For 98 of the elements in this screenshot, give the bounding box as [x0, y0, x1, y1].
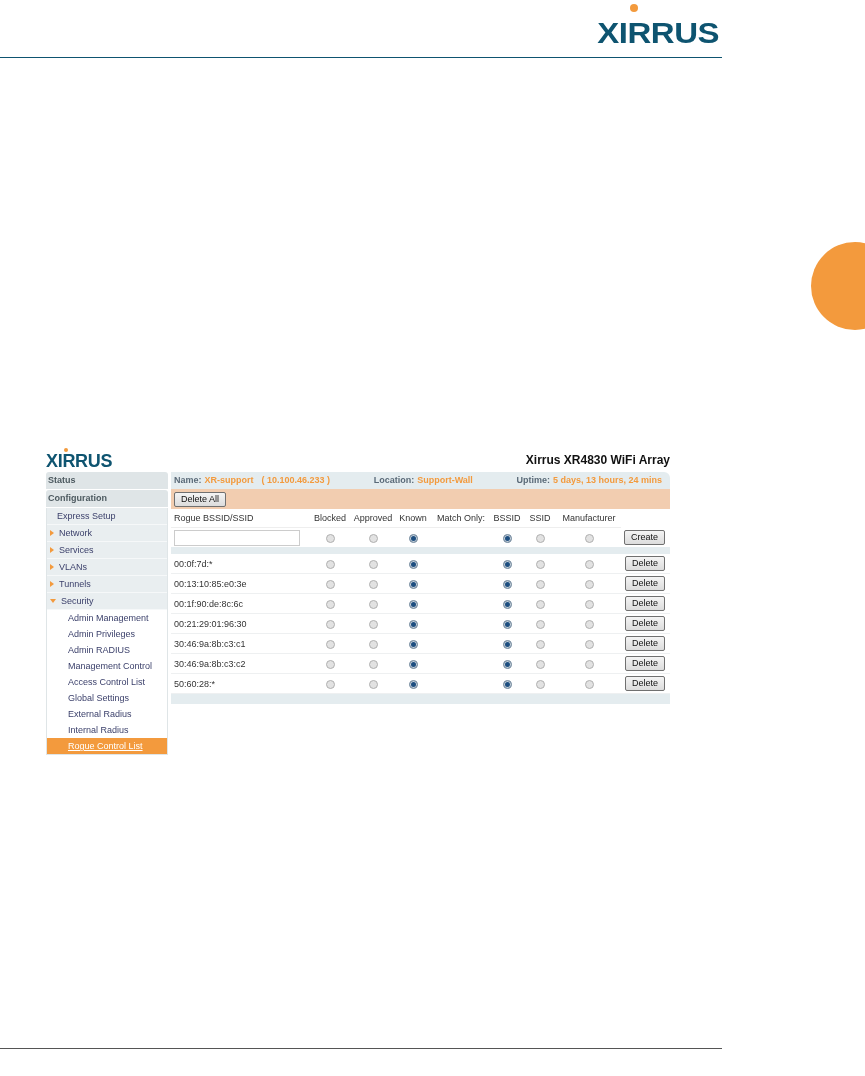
delete-button[interactable]: Delete	[625, 616, 665, 631]
field-value: XR-support	[204, 474, 254, 487]
radio-button[interactable]	[584, 579, 594, 589]
radio-button[interactable]	[502, 559, 512, 569]
radio-button[interactable]	[368, 579, 378, 589]
submenu-item[interactable]: Management Control	[47, 658, 167, 674]
delete-button[interactable]: Delete	[625, 656, 665, 671]
radio-button[interactable]	[535, 639, 545, 649]
menu-item[interactable]: VLANs	[59, 559, 87, 575]
menu-item[interactable]: Security	[61, 593, 94, 609]
delete-button[interactable]: Delete	[625, 636, 665, 651]
column-header: Approved	[353, 513, 393, 523]
column-header: Match Only:	[437, 513, 485, 523]
delete-all-button[interactable]: Delete All	[174, 491, 227, 507]
logo: XIRRUS	[597, 17, 719, 48]
logo: XIRRUS	[46, 452, 113, 470]
radio-button[interactable]	[584, 639, 594, 649]
radio-button[interactable]	[368, 679, 378, 689]
radio-button[interactable]	[584, 533, 594, 543]
sidebar-section[interactable]: Configuration	[46, 490, 168, 508]
radio-button[interactable]	[584, 599, 594, 609]
submenu-item[interactable]: Access Control List	[47, 674, 167, 690]
submenu-item[interactable]: Admin Privileges	[47, 626, 167, 642]
delete-button[interactable]: Delete	[625, 596, 665, 611]
column-header: Manufacturer	[562, 513, 616, 523]
delete-button[interactable]: Delete	[625, 576, 665, 591]
column-header: Rogue BSSID/SSID	[174, 513, 254, 523]
field-value: 5 days, 13 hours, 24 mins	[552, 474, 662, 487]
radio-button[interactable]	[408, 639, 418, 649]
radio-button[interactable]	[368, 533, 378, 543]
radio-button[interactable]	[535, 619, 545, 629]
radio-button[interactable]	[584, 559, 594, 569]
submenu-item[interactable]: Internal Radius	[47, 722, 167, 738]
radio-button[interactable]	[408, 619, 418, 629]
radio-button[interactable]	[502, 639, 512, 649]
create-button[interactable]: Create	[624, 529, 665, 545]
radio-button[interactable]	[408, 599, 418, 609]
logo-dot-icon	[630, 4, 639, 12]
field-value: Support-Wall	[417, 474, 473, 487]
sidebar-section[interactable]: Status	[46, 472, 168, 490]
radio-button[interactable]	[502, 619, 512, 629]
radio-button[interactable]	[368, 659, 378, 669]
table-cell: 00:13:10:85:e0:3e	[174, 578, 247, 589]
column-header: Blocked	[314, 513, 346, 523]
submenu-item[interactable]: Admin Management	[47, 610, 167, 626]
menu-item[interactable]: Network	[59, 525, 92, 541]
field-label: Name:	[174, 474, 202, 487]
field-label: Location:	[373, 474, 415, 487]
radio-button[interactable]	[535, 659, 545, 669]
radio-button[interactable]	[584, 619, 594, 629]
field-label: Uptime:	[516, 474, 550, 487]
submenu-item[interactable]: External Radius	[47, 706, 167, 722]
radio-button[interactable]	[535, 599, 545, 609]
radio-button[interactable]	[535, 533, 545, 543]
radio-button[interactable]	[535, 579, 545, 589]
radio-button[interactable]	[502, 679, 512, 689]
radio-button[interactable]	[368, 619, 378, 629]
table-cell: 30:46:9a:8b:c3:c1	[174, 638, 246, 649]
radio-button[interactable]	[535, 559, 545, 569]
radio-button[interactable]	[325, 659, 335, 669]
radio-button[interactable]	[408, 579, 418, 589]
logo-dot-icon	[64, 448, 68, 452]
radio-button[interactable]	[368, 559, 378, 569]
radio-button[interactable]	[325, 639, 335, 649]
radio-button[interactable]	[325, 599, 335, 609]
radio-button[interactable]	[535, 679, 545, 689]
radio-button[interactable]	[325, 559, 335, 569]
table-cell: 00:0f:7d:*	[174, 558, 213, 569]
field-value: ( 10.100.46.233 )	[261, 474, 331, 487]
table-cell: 30:46:9a:8b:c3:c2	[174, 658, 246, 669]
menu-item[interactable]: Services	[59, 542, 94, 558]
radio-button[interactable]	[502, 599, 512, 609]
radio-button[interactable]	[368, 639, 378, 649]
radio-button[interactable]	[584, 659, 594, 669]
radio-button[interactable]	[502, 533, 512, 543]
column-header: BSSID	[493, 513, 521, 523]
column-header: Known	[399, 513, 427, 523]
column-header: SSID	[529, 513, 551, 523]
radio-button[interactable]	[325, 619, 335, 629]
table-cell: 00:21:29:01:96:30	[174, 618, 247, 629]
radio-button[interactable]	[584, 679, 594, 689]
radio-button[interactable]	[325, 679, 335, 689]
radio-button[interactable]	[408, 679, 418, 689]
radio-button[interactable]	[325, 533, 335, 543]
radio-button[interactable]	[408, 659, 418, 669]
table-cell: 50:60:28:*	[174, 678, 216, 689]
radio-button[interactable]	[408, 533, 418, 543]
app-title: Xirrus XR4830 WiFi Array	[525, 453, 670, 469]
menu-item[interactable]: Express Setup	[47, 508, 167, 525]
menu-item[interactable]: Tunnels	[59, 576, 91, 592]
submenu-item[interactable]: Global Settings	[47, 690, 167, 706]
delete-button[interactable]: Delete	[625, 556, 665, 571]
submenu-item[interactable]: Admin RADIUS	[47, 642, 167, 658]
delete-button[interactable]: Delete	[625, 676, 665, 691]
radio-button[interactable]	[368, 599, 378, 609]
table-cell: 00:1f:90:de:8c:6c	[174, 598, 244, 609]
address-input[interactable]	[174, 529, 300, 546]
radio-button[interactable]	[325, 579, 335, 589]
